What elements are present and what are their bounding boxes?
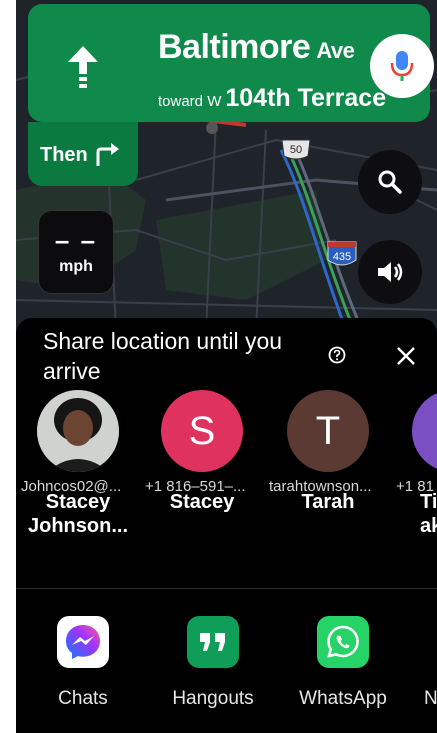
- contact-photo-avatar: [37, 390, 119, 472]
- sheet-title: Share location until you arrive: [43, 328, 283, 384]
- contact-item[interactable]: S Stacey: [142, 390, 262, 514]
- microphone-icon: [390, 51, 414, 81]
- share-app-chats[interactable]: Chats: [28, 616, 138, 710]
- app-label: Hangouts: [172, 688, 254, 709]
- svg-text:50: 50: [290, 144, 302, 156]
- share-app-whatsapp[interactable]: WhatsApp: [288, 616, 398, 710]
- maps-navigation-screen: 50 435 Baltimore Ave toward W 104th Terrac…: [16, 0, 437, 733]
- contact-item[interactable]: Ti ake: [394, 390, 437, 538]
- contact-name: Stacey Johnson...: [28, 491, 128, 537]
- interstate-435-shield: 435: [327, 241, 357, 266]
- app-label: Chats: [58, 688, 108, 709]
- then-label: Then: [40, 144, 88, 166]
- speed-unit: mph: [59, 258, 93, 275]
- contact-name: Ti ake: [420, 491, 437, 537]
- speaker-icon: [378, 262, 403, 282]
- then-turn-card[interactable]: Then: [28, 122, 138, 186]
- whatsapp-icon: [317, 616, 369, 668]
- current-street: Baltimore Ave: [158, 28, 355, 67]
- toward-street-name: 104th Terrace: [225, 84, 387, 112]
- contact-item[interactable]: T Tarah: [268, 390, 388, 514]
- sound-button[interactable]: [358, 240, 422, 304]
- contact-detail: +1 816–591–...: [145, 478, 246, 495]
- next-turn-card[interactable]: Baltimore Ave toward W 104th Terrace: [28, 4, 434, 122]
- contact-initial-avatar: [412, 390, 437, 472]
- toward-prefix: toward W: [158, 93, 222, 110]
- turn-right-icon: [96, 143, 119, 166]
- close-icon: [397, 347, 415, 365]
- close-button[interactable]: [390, 340, 422, 372]
- messenger-icon: [57, 616, 109, 668]
- contact-initial-avatar: S: [161, 390, 243, 472]
- search-button[interactable]: [358, 150, 422, 214]
- toward-street: toward W 104th Terrace: [158, 84, 386, 113]
- app-label: N: [424, 688, 437, 709]
- speedometer: – – mph: [38, 210, 114, 294]
- share-location-sheet: Share location until you arrive Stacey J…: [16, 318, 437, 733]
- contact-detail: tarahtownson...: [269, 478, 372, 495]
- sheet-divider: [16, 588, 437, 589]
- contact-detail: +1 81: [396, 478, 434, 495]
- share-app-partial[interactable]: N: [416, 616, 437, 710]
- contact-detail: Johncos02@...: [21, 478, 122, 495]
- speed-value: – –: [54, 225, 98, 255]
- street-suffix: Ave: [316, 38, 355, 63]
- share-app-hangouts[interactable]: Hangouts: [158, 616, 268, 710]
- help-icon: [328, 346, 346, 364]
- app-label: WhatsApp: [299, 688, 387, 709]
- search-icon: [378, 170, 402, 194]
- contact-item[interactable]: Stacey Johnson...: [18, 390, 138, 538]
- straight-arrow-icon: [68, 46, 98, 88]
- hangouts-icon: [187, 616, 239, 668]
- help-button[interactable]: [324, 342, 350, 368]
- route-50-shield: 50: [281, 139, 311, 160]
- street-name: Baltimore: [158, 28, 311, 66]
- contact-initial-avatar: T: [287, 390, 369, 472]
- person-photo-icon: [37, 390, 119, 472]
- voice-search-button[interactable]: [370, 34, 434, 98]
- svg-text:435: 435: [333, 251, 351, 263]
